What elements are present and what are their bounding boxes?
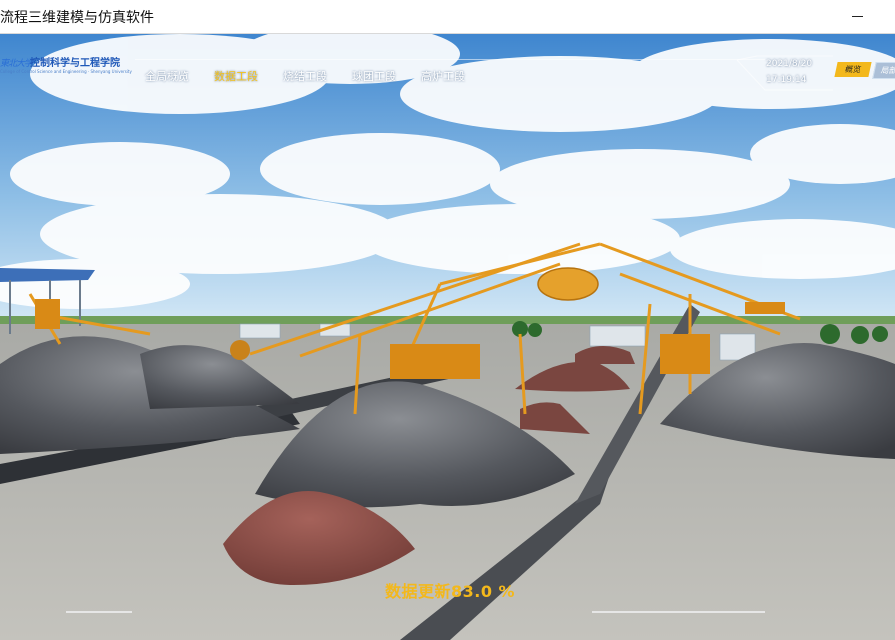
nav-divider [135, 59, 765, 60]
window-title: 流程三维建模与仿真软件 [0, 10, 154, 26]
tab-data[interactable]: 数据工段 [214, 68, 258, 84]
minimize-icon [851, 16, 863, 17]
tab-pellet[interactable]: 球团工段 [352, 68, 396, 84]
status-line-right [592, 611, 765, 613]
university-mark: 東北大学 [0, 59, 33, 69]
school-name: 控制科学与工程学院 [30, 58, 120, 69]
datetime-display: 2021/8/20 17:19:14 [760, 56, 830, 96]
window-titlebar: 流程三维建模与仿真软件 [0, 0, 895, 34]
overview-view-button[interactable]: 概览 [834, 62, 872, 77]
tab-blast-furnace[interactable]: 高炉工段 [421, 68, 465, 84]
minimize-button[interactable] [840, 0, 874, 33]
current-time: 17:19:14 [766, 75, 807, 85]
yard-scene [0, 34, 895, 640]
status-line-left [66, 611, 132, 613]
current-date: 2021/8/20 [766, 59, 813, 69]
data-update-status: 数据更新83.0 % [385, 582, 516, 601]
tab-overview[interactable]: 全局概览 [145, 68, 189, 84]
tab-sintering[interactable]: 烧结工段 [283, 68, 327, 84]
school-english-name: College of Control Science and Engineeri… [0, 69, 132, 74]
school-logo: 東北大学 控制科学与工程学院 College of Control Scienc… [0, 54, 132, 84]
local-view-button[interactable]: 局部 [872, 62, 895, 79]
3d-scene-viewport[interactable]: 東北大学 控制科学与工程学院 College of Control Scienc… [0, 34, 895, 640]
